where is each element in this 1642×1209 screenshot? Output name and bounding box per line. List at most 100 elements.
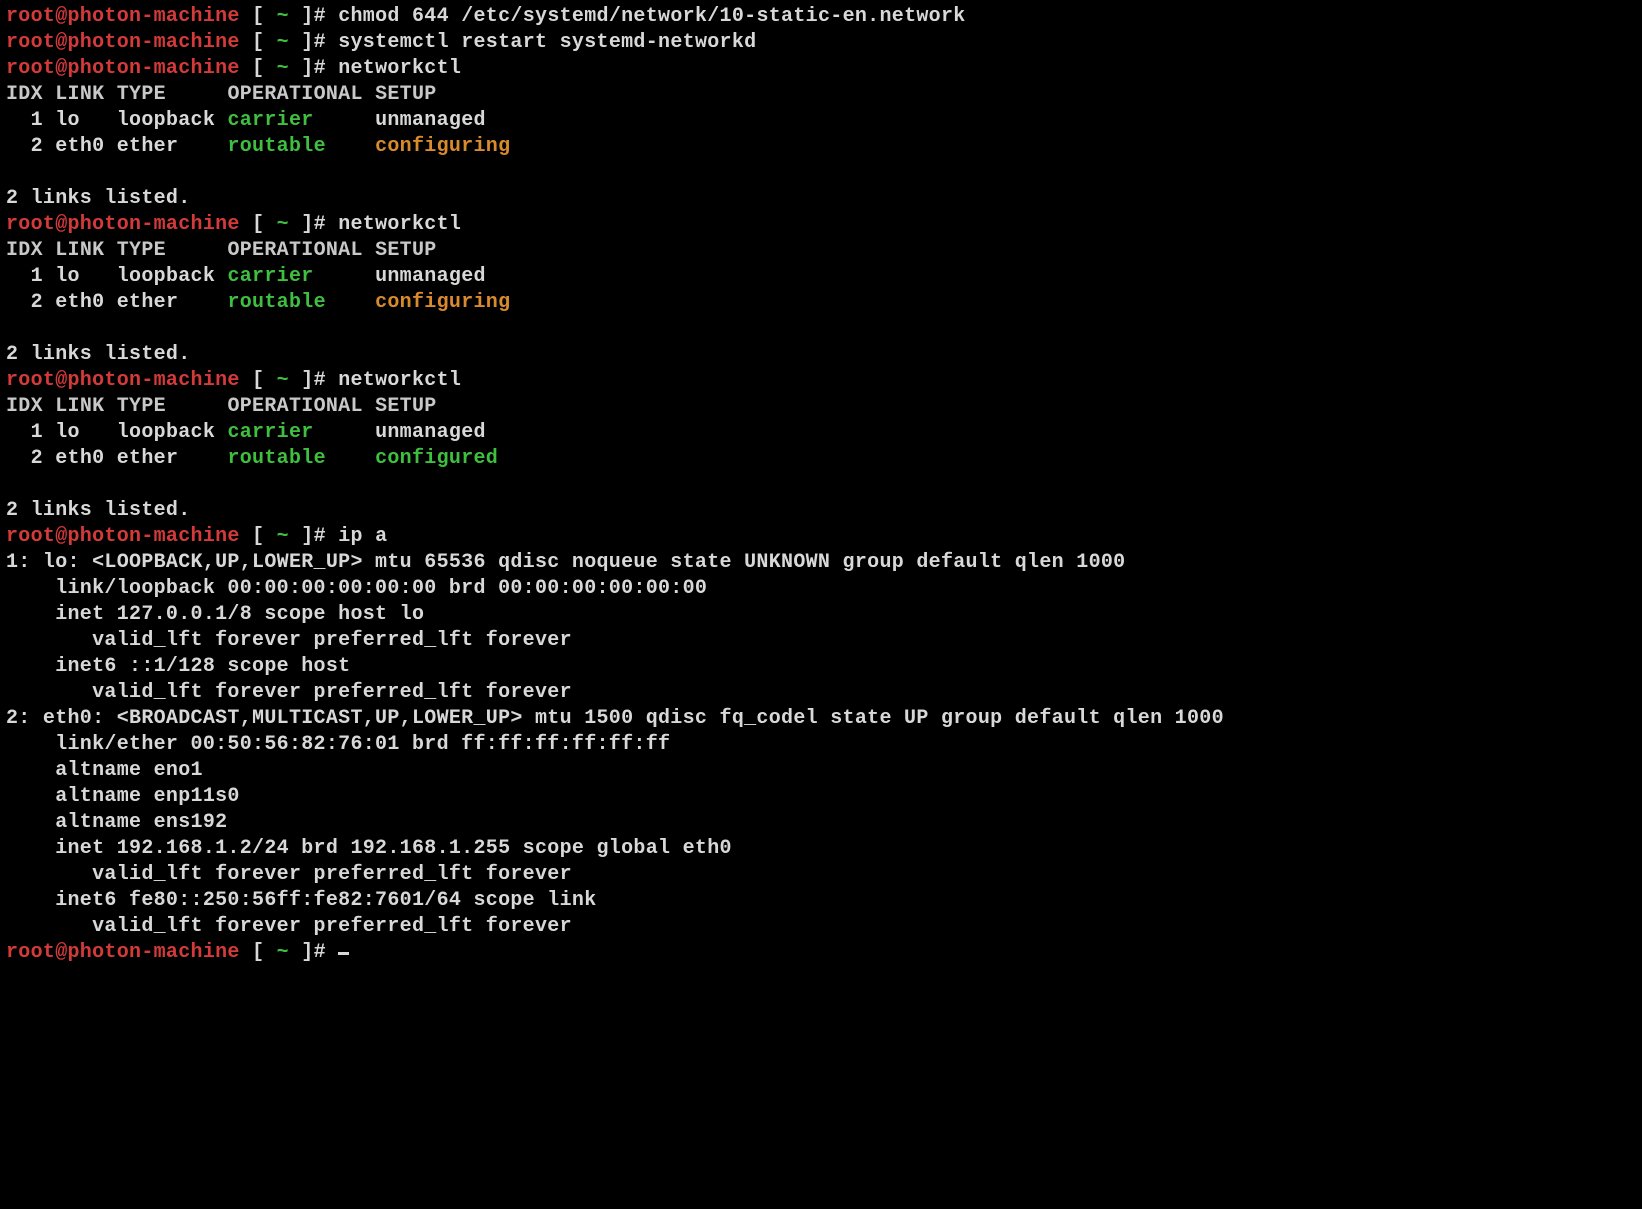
command-networkctl: networkctl [338,213,461,236]
col-setup: SETUP [375,395,437,418]
ip-output-line: valid_lft forever preferred_lft forever [6,862,1636,888]
prompt-user-host: root@photon-machine [6,941,240,964]
col-setup: SETUP [375,239,437,262]
prompt-bracket-open: [ [240,213,277,236]
cell-setup: unmanaged [375,109,486,132]
cell-idx: 1 [6,421,55,444]
cursor-icon [338,952,349,955]
output-text: inet 192.168.1.2/24 brd 192.168.1.255 sc… [6,837,732,860]
cell-idx: 2 [6,135,55,158]
col-link: LINK [55,395,117,418]
col-operational: OPERATIONAL [227,83,375,106]
output-text: link/loopback 00:00:00:00:00:00 brd 00:0… [6,577,707,600]
footer-text: 2 links listed. [6,187,191,210]
col-link: LINK [55,239,117,262]
cell-operational: carrier [227,109,338,132]
footer-text: 2 links listed. [6,499,191,522]
cell-operational: routable [227,447,338,470]
col-idx: IDX [6,239,55,262]
prompt-bracket-close: ]# [289,941,338,964]
prompt-cwd: ~ [277,369,289,392]
ip-output-line: 2: eth0: <BROADCAST,MULTICAST,UP,LOWER_U… [6,706,1636,732]
ip-output-line: 1: lo: <LOOPBACK,UP,LOWER_UP> mtu 65536 … [6,550,1636,576]
cell-type: ether [117,447,228,470]
ip-output-line: inet6 ::1/128 scope host [6,654,1636,680]
cell-link: lo [55,421,117,444]
output-text: valid_lft forever preferred_lft forever [6,915,572,938]
cell-type: loopback [117,109,228,132]
command-line[interactable]: root@photon-machine [ ~ ]# networkctl [6,212,1636,238]
command-line-empty[interactable]: root@photon-machine [ ~ ]# [6,940,1636,966]
networkctl-row: 2 eth0 ether routable configuring [6,134,1636,160]
col-link: LINK [55,83,117,106]
col-setup: SETUP [375,83,437,106]
networkctl-header: IDX LINK TYPE OPERATIONAL SETUP [6,238,1636,264]
blank-line [6,472,1636,498]
command-networkctl: networkctl [338,57,461,80]
networkctl-footer: 2 links listed. [6,186,1636,212]
prompt-cwd: ~ [277,941,289,964]
prompt-user-host: root@photon-machine [6,5,240,28]
networkctl-row: 1 lo loopback carrier unmanaged [6,108,1636,134]
output-text: inet 127.0.0.1/8 scope host lo [6,603,424,626]
cell-setup: configuring [375,291,510,314]
cell-link: eth0 [55,291,117,314]
cell-setup: unmanaged [375,421,486,444]
output-text: valid_lft forever preferred_lft forever [6,629,572,652]
command-line[interactable]: root@photon-machine [ ~ ]# chmod 644 /et… [6,4,1636,30]
cell-type: loopback [117,421,228,444]
prompt-user-host: root@photon-machine [6,31,240,54]
prompt-bracket-open: [ [240,57,277,80]
prompt-cwd: ~ [277,5,289,28]
cell-idx: 1 [6,109,55,132]
prompt-bracket-open: [ [240,31,277,54]
ip-output-line: valid_lft forever preferred_lft forever [6,628,1636,654]
ip-output-line: altname eno1 [6,758,1636,784]
col-type: TYPE [117,83,228,106]
networkctl-footer: 2 links listed. [6,342,1636,368]
command-ip-a: ip a [338,525,387,548]
output-text: altname enp11s0 [6,785,240,808]
cell-idx: 2 [6,291,55,314]
cell-link: eth0 [55,135,117,158]
command-line[interactable]: root@photon-machine [ ~ ]# networkctl [6,56,1636,82]
output-text: valid_lft forever preferred_lft forever [6,863,572,886]
col-type: TYPE [117,239,228,262]
cell-operational: carrier [227,265,338,288]
col-operational: OPERATIONAL [227,239,375,262]
cell-type: ether [117,291,228,314]
output-text: 2: eth0: <BROADCAST,MULTICAST,UP,LOWER_U… [6,707,1224,730]
prompt-bracket-close: ]# [289,369,338,392]
output-text: 1: lo: <LOOPBACK,UP,LOWER_UP> mtu 65536 … [6,551,1125,574]
command-line[interactable]: root@photon-machine [ ~ ]# ip a [6,524,1636,550]
cell-idx: 1 [6,265,55,288]
prompt-bracket-close: ]# [289,31,338,54]
output-text: altname eno1 [6,759,203,782]
output-text: link/ether 00:50:56:82:76:01 brd ff:ff:f… [6,733,670,756]
prompt-user-host: root@photon-machine [6,369,240,392]
cell-link: lo [55,265,117,288]
cell-operational: carrier [227,421,338,444]
networkctl-row: 2 eth0 ether routable configured [6,446,1636,472]
col-operational: OPERATIONAL [227,395,375,418]
cell-idx: 2 [6,447,55,470]
cell-setup: configured [375,447,498,470]
prompt-bracket-open: [ [240,5,277,28]
prompt-user-host: root@photon-machine [6,57,240,80]
prompt-user-host: root@photon-machine [6,213,240,236]
command-line[interactable]: root@photon-machine [ ~ ]# networkctl [6,368,1636,394]
blank-line [6,316,1636,342]
col-type: TYPE [117,395,228,418]
ip-output-line: valid_lft forever preferred_lft forever [6,914,1636,940]
footer-text: 2 links listed. [6,343,191,366]
cell-link: eth0 [55,447,117,470]
cell-type: ether [117,135,228,158]
terminal-window[interactable]: root@photon-machine [ ~ ]# chmod 644 /et… [0,0,1642,970]
ip-output-line: link/ether 00:50:56:82:76:01 brd ff:ff:f… [6,732,1636,758]
ip-output-line: altname enp11s0 [6,784,1636,810]
prompt-bracket-close: ]# [289,57,338,80]
output-text: inet6 ::1/128 scope host [6,655,350,678]
prompt-cwd: ~ [277,57,289,80]
command-line[interactable]: root@photon-machine [ ~ ]# systemctl res… [6,30,1636,56]
blank-line [6,160,1636,186]
